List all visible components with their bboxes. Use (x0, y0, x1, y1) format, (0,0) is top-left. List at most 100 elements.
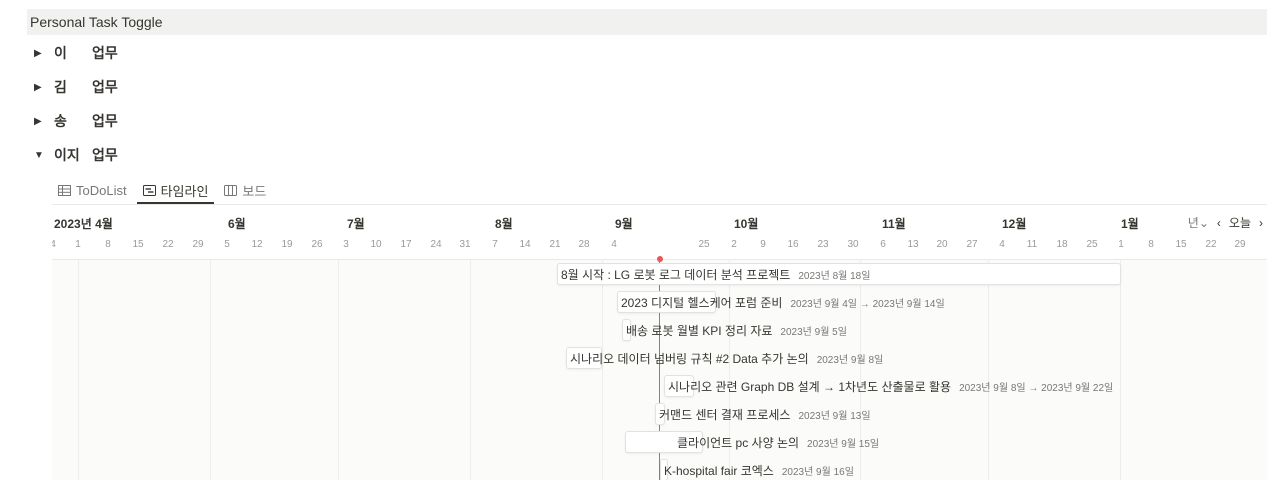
tab-label: ToDoList (76, 182, 127, 198)
tab-board[interactable]: 보드 (218, 176, 272, 204)
day-label: 4 (611, 239, 617, 250)
day-label: 1 (1118, 239, 1124, 250)
collapsed-arrow-icon[interactable]: ▶ (34, 116, 48, 127)
month-label: 12월 (1002, 217, 1027, 231)
month-label: 2023년 4월 (54, 217, 113, 231)
task-date: 2023년 9월 4일 → 2023년 9월 14일 (790, 298, 945, 310)
expanded-arrow-icon[interactable]: ▼ (34, 150, 48, 161)
month-gridline (78, 259, 79, 480)
day-label: 29 (1234, 239, 1246, 250)
day-label: 23 (817, 239, 829, 250)
month-gridline (338, 259, 339, 480)
timeline-icon (142, 184, 156, 196)
toggle-label: 업무 (92, 45, 118, 61)
toggle-name: 이지 (54, 147, 80, 163)
day-label: 4 (999, 239, 1005, 250)
day-label: 29 (192, 239, 204, 250)
timeline-task[interactable]: 시나리오 관련 Graph DB 설계 → 1차년도 산출물로 활용 2023년… (664, 375, 1113, 397)
today-dot-icon (657, 256, 663, 262)
toggle-label: 업무 (92, 79, 118, 95)
month-gridline (988, 259, 989, 480)
table-icon (58, 184, 71, 196)
day-label: 12 (251, 239, 263, 250)
task-date: 2023년 9월 16일 (781, 466, 854, 478)
month-gridline (210, 259, 211, 480)
tab-todolist[interactable]: ToDoList (52, 176, 133, 204)
timeline-controls: 년⌄ ‹ 오늘 › (1188, 214, 1263, 231)
task-date: 2023년 9월 5일 (780, 326, 847, 338)
day-label: 22 (162, 239, 174, 250)
day-label: 18 (1056, 239, 1068, 250)
timeline-task[interactable]: 커맨드 센터 결재 프로세스 2023년 9월 13일 (655, 403, 871, 425)
task-date: 2023년 9월 13일 (798, 410, 871, 422)
day-label: 19 (281, 239, 293, 250)
collapsed-arrow-icon[interactable]: ▶ (34, 82, 48, 93)
toggle-name: 김 (54, 79, 67, 95)
timeline-task[interactable]: 시나리오 데이터 넘버링 규칙 #2 Data 추가 논의 2023년 9월 8… (566, 347, 883, 369)
timeline-task[interactable]: 2023 디지털 헬스케어 포럼 준비 2023년 9월 4일 → 2023년 … (617, 291, 945, 313)
day-label: 21 (549, 239, 561, 250)
day-label: 6 (880, 239, 886, 250)
timeline-task[interactable]: 클라이언트 pc 사양 논의 2023년 9월 15일 (625, 431, 879, 453)
day-label: 4 (52, 239, 56, 250)
task-date: 2023년 8월 18일 (798, 270, 871, 282)
month-gridline (1120, 259, 1121, 480)
toggle-name: 이 (54, 45, 67, 61)
day-label: 27 (966, 239, 978, 250)
timeline-task[interactable]: 배송 로봇 월별 KPI 정리 자료 2023년 9월 5일 (622, 319, 847, 341)
tab-timeline[interactable]: 타임라인 (136, 176, 215, 204)
task-name: 시나리오 데이터 넘버링 규칙 #2 Data 추가 논의 (570, 351, 809, 366)
day-label: 24 (430, 239, 442, 250)
timeline-view: 2023년 4월 6월 7월 8월 9월 10월 11월 12월 1월 4 1 … (52, 205, 1267, 480)
day-label: 25 (1086, 239, 1098, 250)
month-label: 9월 (615, 217, 633, 231)
toggle-lee[interactable]: ▶ 이 업무 (34, 43, 118, 63)
chevron-right-icon[interactable]: › (1259, 216, 1263, 230)
day-label: 14 (519, 239, 531, 250)
scale-select[interactable]: 년⌄ (1188, 214, 1209, 231)
day-label: 17 (400, 239, 412, 250)
tab-label: 보드 (242, 183, 267, 199)
day-label: 31 (459, 239, 471, 250)
day-label: 22 (1205, 239, 1217, 250)
month-gridline (470, 259, 471, 480)
month-label: 8월 (495, 217, 513, 231)
task-date: 2023년 9월 15일 (807, 438, 880, 450)
task-date: 2023년 9월 8일 (816, 354, 884, 366)
scale-label: 년 (1187, 216, 1199, 230)
page-title-bar: Personal Task Toggle (27, 9, 1267, 35)
toggle-label: 업무 (92, 147, 118, 163)
day-label: 15 (132, 239, 144, 250)
day-label: 10 (370, 239, 382, 250)
day-label: 26 (311, 239, 323, 250)
toggle-song[interactable]: ▶ 송 업무 (34, 111, 118, 131)
today-button[interactable]: 오늘 (1229, 214, 1251, 231)
day-label: 3 (343, 239, 349, 250)
day-label: 7 (492, 239, 498, 250)
chevron-down-icon: ⌄ (1198, 216, 1209, 230)
month-label: 6월 (228, 217, 246, 231)
day-label: 2 (731, 239, 737, 250)
chevron-left-icon[interactable]: ‹ (1217, 216, 1221, 230)
day-label: 13 (907, 239, 919, 250)
task-name: 클라이언트 pc 사양 논의 (677, 435, 800, 450)
task-name: K-hospital fair 코엑스 (664, 463, 774, 478)
day-label: 28 (578, 239, 590, 250)
task-name: 시나리오 관련 Graph DB 설계 → 1차년도 산출물로 활용 (668, 379, 952, 394)
task-name: 배송 로봇 월별 KPI 정리 자료 (626, 323, 773, 338)
timeline-task[interactable]: 8월 시작 : LG 로봇 로그 데이터 분석 프로젝트 2023년 8월 18… (557, 263, 1121, 285)
day-label: 11 (1026, 239, 1038, 250)
timeline-task[interactable]: K-hospital fair 코엑스 2023년 9월 16일 (660, 459, 854, 480)
toggle-kim[interactable]: ▶ 김 업무 (34, 77, 118, 97)
collapsed-arrow-icon[interactable]: ▶ (34, 48, 48, 59)
day-label: 8 (105, 239, 111, 250)
view-tabs: ToDoList 타임라인 보드 (52, 176, 276, 204)
day-label: 16 (787, 239, 799, 250)
day-label: 30 (847, 239, 859, 250)
day-label: 1 (75, 239, 81, 250)
day-label: 5 (224, 239, 230, 250)
tab-label: 타임라인 (160, 183, 209, 199)
day-label: 20 (936, 239, 948, 250)
month-label: 7월 (347, 217, 365, 231)
toggle-leeji[interactable]: ▼ 이지 업무 (34, 145, 118, 165)
